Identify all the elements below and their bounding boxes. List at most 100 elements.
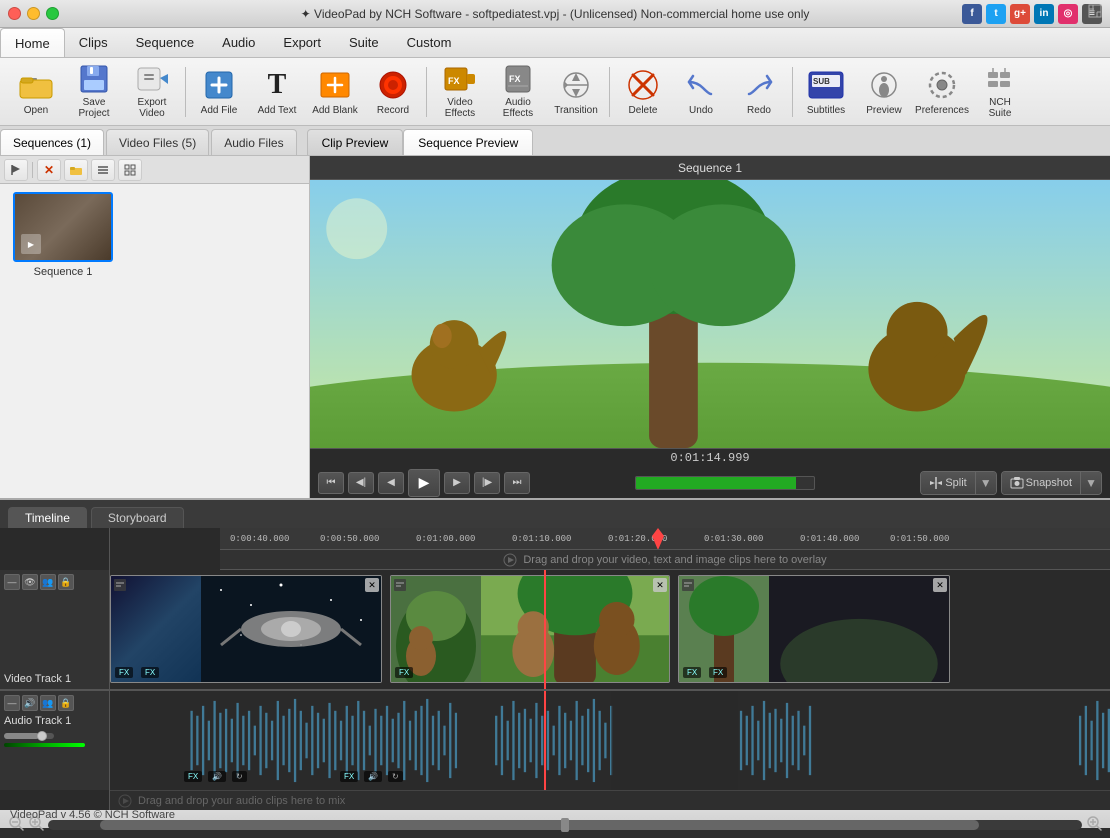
menu-sequence[interactable]: Sequence [122, 28, 209, 57]
linkedin-icon[interactable]: in [1034, 4, 1054, 24]
add-file-button[interactable]: Add File [191, 63, 247, 121]
split-button[interactable]: Split [921, 472, 975, 494]
facebook-icon[interactable]: f [962, 4, 982, 24]
record-button[interactable]: Record [365, 63, 421, 121]
tab-storyboard[interactable]: Storyboard [91, 507, 184, 528]
export-video-button[interactable]: Export Video [124, 63, 180, 121]
open-button[interactable]: Open [8, 63, 64, 121]
delete-button[interactable]: Delete [615, 63, 671, 121]
tab-timeline[interactable]: Timeline [8, 507, 87, 528]
audio-volume-knob[interactable] [37, 731, 47, 741]
volume-track[interactable] [635, 476, 815, 490]
flag-button[interactable] [4, 159, 28, 181]
scroll-playhead-handle[interactable] [561, 818, 569, 832]
clip3-close[interactable]: ✕ [933, 578, 947, 592]
video-track-content[interactable]: ✕ [110, 570, 1110, 689]
menu-clips[interactable]: Clips [65, 28, 122, 57]
audio-effects-button[interactable]: FX Audio Effects [490, 63, 546, 121]
video-effects-label: Video Effects [437, 97, 483, 119]
maximize-button[interactable] [46, 7, 59, 20]
track-header-spacer [0, 528, 110, 550]
skip-start-button[interactable]: ⏮ [318, 472, 344, 494]
delete-icon [625, 68, 661, 102]
video-effects-button[interactable]: FX Video Effects [432, 63, 488, 121]
btn-divider [32, 162, 33, 178]
menu-suite[interactable]: Suite [335, 28, 393, 57]
clip3-thumb2 [769, 576, 949, 682]
grid-view-button[interactable] [118, 159, 142, 181]
menu-custom[interactable]: Custom [393, 28, 466, 57]
skip-end-button[interactable]: ⏭ [504, 472, 530, 494]
video-clip-3[interactable]: ✕ FX FX [678, 575, 950, 683]
audio-fx-1: FX [184, 771, 202, 782]
add-blank-button[interactable]: Add Blank [307, 63, 363, 121]
list-view-button[interactable] [91, 159, 115, 181]
sequence-item[interactable]: ▶ Sequence 1 [8, 192, 118, 278]
left-panel-content: ▶ Sequence 1 [0, 184, 309, 498]
redo-button[interactable]: Redo [731, 63, 787, 121]
step-forward-button[interactable]: ▶ [444, 472, 470, 494]
audio-volume-track[interactable] [4, 733, 54, 739]
audio-volume-fill [4, 733, 39, 739]
twitter-icon[interactable]: t [986, 4, 1006, 24]
prev-frame-button[interactable]: ◀| [348, 472, 374, 494]
clip2-close[interactable]: ✕ [653, 578, 667, 592]
nch-suite-button[interactable]: NCH Suite [972, 63, 1028, 121]
menu-home[interactable]: Home [0, 28, 65, 57]
collapse-track-button[interactable]: — [4, 574, 20, 590]
snapshot-dropdown[interactable]: ▼ [1081, 472, 1101, 494]
tab-sequence-preview[interactable]: Sequence Preview [403, 129, 533, 155]
tab-audio-files[interactable]: Audio Files [211, 129, 296, 155]
audio-mute-button[interactable]: 🔊 [22, 695, 38, 711]
minimize-button[interactable] [27, 7, 40, 20]
next-frame-button[interactable]: |▶ [474, 472, 500, 494]
audio-lock-button[interactable]: 🔒 [58, 695, 74, 711]
close-button[interactable] [8, 7, 21, 20]
audio-people-button[interactable]: 👥 [40, 695, 56, 711]
preview-button[interactable]: Preview [856, 63, 912, 121]
subtitles-button[interactable]: SUB Subtitles [798, 63, 854, 121]
folder-button[interactable] [64, 159, 88, 181]
snapshot-button[interactable]: Snapshot [1002, 472, 1081, 494]
clip1-edit-icon [113, 578, 127, 595]
clip2-fx-label: FX [395, 667, 413, 678]
preferences-label: Preferences [915, 105, 969, 116]
audio-track-content[interactable]: FX 🔊 ↻ FX 🔊 ↻ [110, 691, 1110, 790]
clip1-close[interactable]: ✕ [365, 578, 379, 592]
add-text-button[interactable]: T Add Text [249, 63, 305, 121]
undo-button[interactable]: Undo [673, 63, 729, 121]
zoom-in-icon[interactable] [1086, 815, 1102, 834]
timeline-scrollbar[interactable] [48, 820, 1082, 830]
overlay-hint-row: Drag and drop your video, text and image… [0, 550, 1110, 570]
lock-button[interactable]: 🔒 [58, 574, 74, 590]
menu-audio[interactable]: Audio [208, 28, 269, 57]
video-clip-1[interactable]: ✕ [110, 575, 382, 683]
play-button[interactable]: ▶ [408, 469, 440, 497]
transition-button[interactable]: Transition [548, 63, 604, 121]
menu-export[interactable]: Export [269, 28, 335, 57]
scrollbar-thumb[interactable] [100, 820, 979, 830]
tab-sequences[interactable]: Sequences (1) [0, 129, 104, 155]
audio-collapse-button[interactable]: — [4, 695, 20, 711]
open-icon [18, 68, 54, 102]
save-project-button[interactable]: Save Project [66, 63, 122, 121]
googleplus-icon[interactable]: g+ [1010, 4, 1030, 24]
tab-clip-preview[interactable]: Clip Preview [307, 129, 404, 155]
tab-video-files[interactable]: Video Files (5) [106, 129, 209, 155]
video-clip-2[interactable]: ✕ [390, 575, 670, 683]
expand-button[interactable] [1088, 4, 1102, 21]
people-button[interactable]: 👥 [40, 574, 56, 590]
ruler-mark-2: 0:00:50.000 [320, 534, 379, 544]
audio-track-area: — 🔊 👥 🔒 Audio Track 1 [0, 690, 1110, 790]
add-blank-label: Add Blank [312, 105, 358, 116]
preferences-button[interactable]: Preferences [914, 63, 970, 121]
eye-button[interactable]: 👁 [22, 574, 38, 590]
split-dropdown[interactable]: ▼ [976, 472, 996, 494]
step-back-button[interactable]: ◀ [378, 472, 404, 494]
video-track-header: — 👁 👥 🔒 Video Track 1 [0, 570, 110, 689]
instagram-icon[interactable]: ◎ [1058, 4, 1078, 24]
clip3-fx-label: FX [683, 667, 701, 678]
preview-icon [866, 68, 902, 102]
transition-label: Transition [554, 105, 598, 116]
remove-button[interactable]: ✕ [37, 159, 61, 181]
